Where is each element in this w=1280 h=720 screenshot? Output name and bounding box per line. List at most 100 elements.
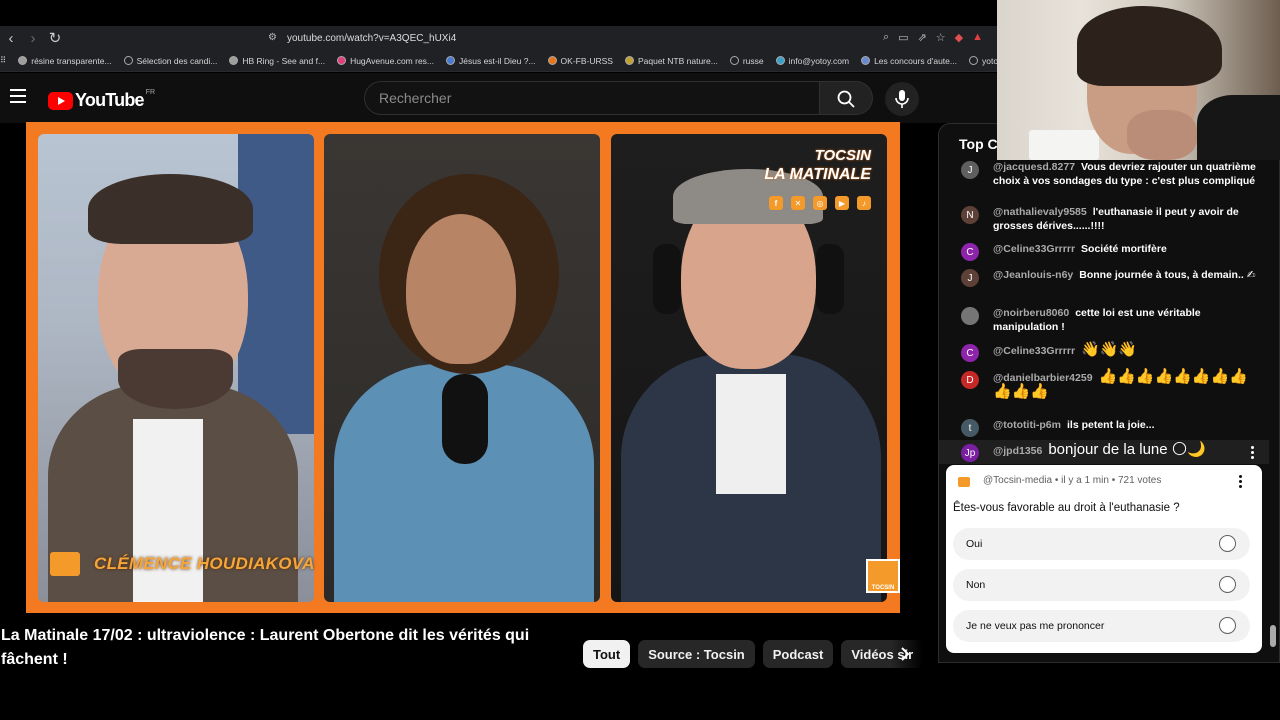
bookmark-favicon-icon bbox=[229, 56, 239, 65]
message-author[interactable]: @Celine33Grrrrr bbox=[993, 345, 1075, 357]
bookmark-label: résine transparente... bbox=[31, 55, 112, 66]
bookmark-favicon-icon bbox=[446, 56, 456, 65]
bookmark-item[interactable]: yotoy bbox=[968, 56, 1000, 66]
bookmark-item[interactable]: Jésus est-il Dieu ?... bbox=[446, 56, 536, 66]
site-info-icon[interactable]: ⚙ bbox=[268, 32, 277, 43]
bookmark-label: Jésus est-il Dieu ?... bbox=[459, 55, 536, 66]
bookmark-item[interactable]: info@yotoy.com bbox=[775, 56, 849, 66]
avatar[interactable]: D bbox=[961, 371, 979, 389]
facebook-icon: f bbox=[769, 196, 783, 210]
avatar[interactable]: N bbox=[961, 206, 979, 224]
search-button[interactable] bbox=[819, 81, 873, 115]
webcam-hand bbox=[1127, 110, 1197, 160]
message-author[interactable]: @noirberu8060 bbox=[993, 307, 1069, 319]
poll-option-yes[interactable]: Oui bbox=[953, 528, 1250, 560]
message-body: @Celine33Grrrrr 👋👋👋 bbox=[993, 342, 1137, 362]
poll-option-no[interactable]: Non bbox=[953, 569, 1250, 601]
message-body: @Celine33Grrrrr Société mortifère bbox=[993, 242, 1167, 261]
message-author[interactable]: @jpd1356 bbox=[993, 445, 1042, 457]
chat-message[interactable]: t @tototiti-p6m ils petent la joie... bbox=[961, 418, 1261, 437]
radio-icon[interactable] bbox=[1219, 576, 1236, 593]
avatar[interactable]: t bbox=[961, 419, 979, 437]
chips-next-button[interactable] bbox=[890, 640, 920, 668]
forward-icon[interactable]: › bbox=[22, 26, 44, 50]
bookmark-item[interactable]: Les concours d'aute... bbox=[861, 56, 957, 66]
browser-toolbar: ‹ › ↻ ⚙ youtube.com/watch?v=A3QEC_hUXi4 … bbox=[0, 26, 1000, 50]
star-icon[interactable]: ☆ bbox=[936, 31, 946, 44]
bookmark-item[interactable]: HugAvenue.com res... bbox=[337, 56, 434, 66]
youtube-header: YouTube FR bbox=[0, 73, 1000, 123]
poll-option-abstain[interactable]: Je ne veux pas me prononcer bbox=[953, 610, 1250, 642]
radio-icon[interactable] bbox=[1219, 535, 1236, 552]
bookmark-item[interactable]: russe bbox=[729, 56, 764, 66]
avatar[interactable]: C bbox=[961, 243, 979, 261]
message-body: @nathalievaly9585 l'euthanasie il peut y … bbox=[993, 205, 1261, 233]
chat-message[interactable]: J @Jeanlouis-n6y Bonne journée à tous, à d… bbox=[961, 268, 1261, 287]
apps-icon[interactable]: ⠿ bbox=[0, 55, 6, 66]
avatar[interactable]: C bbox=[961, 344, 979, 362]
bookmark-label: Sélection des candi... bbox=[136, 55, 218, 66]
video-player[interactable]: TOCSIN LA MATINALE f ✕ ◎ ▶ ♪ CLÉMENCE HO… bbox=[26, 122, 900, 613]
message-body: @jpd1356 bonjour de la lune 🌕🌙 bbox=[993, 442, 1206, 462]
url-text[interactable]: youtube.com/watch?v=A3QEC_hUXi4 bbox=[287, 33, 456, 44]
avatar[interactable]: Jp bbox=[961, 444, 979, 462]
share-icon[interactable]: ⇗ bbox=[918, 31, 927, 44]
search-icon bbox=[837, 90, 855, 108]
bookmark-favicon-icon bbox=[729, 56, 739, 65]
search-input[interactable] bbox=[365, 82, 819, 114]
bookmark-item[interactable]: OK-FB-URSS bbox=[547, 56, 613, 66]
message-author[interactable]: @Jeanlouis-n6y bbox=[993, 269, 1073, 281]
reload-icon[interactable]: ↻ bbox=[44, 26, 66, 50]
message-author[interactable]: @Celine33Grrrrr bbox=[993, 243, 1075, 255]
message-text: ils petent la joie... bbox=[1066, 419, 1155, 431]
chat-message[interactable]: C @Celine33Grrrrr Société mortifère bbox=[961, 242, 1261, 261]
poll-more-icon[interactable] bbox=[1239, 475, 1243, 490]
bookmark-item[interactable]: HB Ring - See and f... bbox=[229, 56, 325, 66]
chip-all[interactable]: Tout bbox=[583, 640, 631, 668]
bookmark-label: HB Ring - See and f... bbox=[242, 55, 326, 66]
chip-source[interactable]: Source : Tocsin bbox=[638, 640, 755, 668]
voice-search-button[interactable] bbox=[885, 82, 919, 116]
message-body: @jacquesd.8277 Vous devriez rajouter un q… bbox=[993, 160, 1261, 188]
chat-message[interactable]: N @nathalievaly9585 l'euthanasie il peut y… bbox=[961, 205, 1261, 233]
bookmark-favicon-icon bbox=[968, 56, 978, 65]
message-author[interactable]: @tototiti-p6m bbox=[993, 419, 1061, 431]
avatar[interactable]: J bbox=[961, 161, 979, 179]
youtube-logo[interactable]: YouTube FR bbox=[48, 89, 155, 111]
address-bar[interactable]: ⚙ youtube.com/watch?v=A3QEC_hUXi4 ⌕ ▭ ⇗ … bbox=[232, 29, 997, 48]
search-box bbox=[364, 81, 819, 115]
warning-icon[interactable]: ▲ bbox=[972, 31, 983, 44]
poll-option-label: Non bbox=[966, 579, 986, 591]
chat-message[interactable]: @noirberu8060 cette loi est une véritable… bbox=[961, 306, 1261, 334]
bell-logo-icon bbox=[50, 552, 80, 576]
tocsin-corner-logo: TOCSIN bbox=[866, 559, 900, 593]
poll-question: Êtes-vous favorable au droit à l'euthana… bbox=[953, 502, 1180, 514]
hamburger-menu-icon[interactable] bbox=[10, 89, 26, 103]
chat-message[interactable]: D @danielbarbier4259 👍👍👍👍👍👍👍👍👍👍👍 bbox=[961, 369, 1261, 400]
chip-podcast[interactable]: Podcast bbox=[762, 640, 834, 668]
message-author[interactable]: @nathalievaly9585 bbox=[993, 206, 1087, 218]
related-chips: Tout Source : Tocsin Podcast Vidéos sir bbox=[583, 640, 924, 668]
zoom-icon[interactable]: ⌕ bbox=[883, 31, 889, 44]
bookmark-item[interactable]: résine transparente... bbox=[18, 55, 112, 66]
bookmark-item[interactable]: Sélection des candi... bbox=[123, 55, 218, 66]
cast-icon[interactable]: ▭ bbox=[898, 31, 908, 44]
microphone-icon bbox=[895, 90, 909, 108]
message-text: Société mortifère bbox=[1081, 243, 1167, 255]
social-icons: f ✕ ◎ ▶ ♪ bbox=[769, 196, 871, 210]
chat-message[interactable]: C @Celine33Grrrrr 👋👋👋 bbox=[961, 342, 1261, 362]
chat-message[interactable]: J @jacquesd.8277 Vous devriez rajouter un … bbox=[961, 160, 1261, 188]
bookmark-label: Les concours d'aute... bbox=[874, 55, 957, 66]
chat-message[interactable]: Jp @jpd1356 bonjour de la lune 🌕🌙 bbox=[961, 442, 1261, 462]
avatar[interactable]: J bbox=[961, 269, 979, 287]
speaker-name: CLÉMENCE HOUDIAKOVA bbox=[94, 554, 315, 573]
message-body: @Jeanlouis-n6y Bonne journée à tous, à de… bbox=[993, 268, 1256, 287]
message-text: Bonne journée à tous, à demain.. ✍ bbox=[1079, 269, 1256, 281]
radio-icon[interactable] bbox=[1219, 617, 1236, 634]
chat-scrollbar[interactable] bbox=[1270, 625, 1276, 647]
back-icon[interactable]: ‹ bbox=[0, 26, 22, 50]
message-author[interactable]: @jacquesd.8277 bbox=[993, 161, 1075, 173]
avatar[interactable] bbox=[961, 307, 979, 325]
bookmark-item[interactable]: Paquet NTB nature... bbox=[624, 56, 718, 66]
extension-icon[interactable]: ◆ bbox=[955, 31, 963, 44]
